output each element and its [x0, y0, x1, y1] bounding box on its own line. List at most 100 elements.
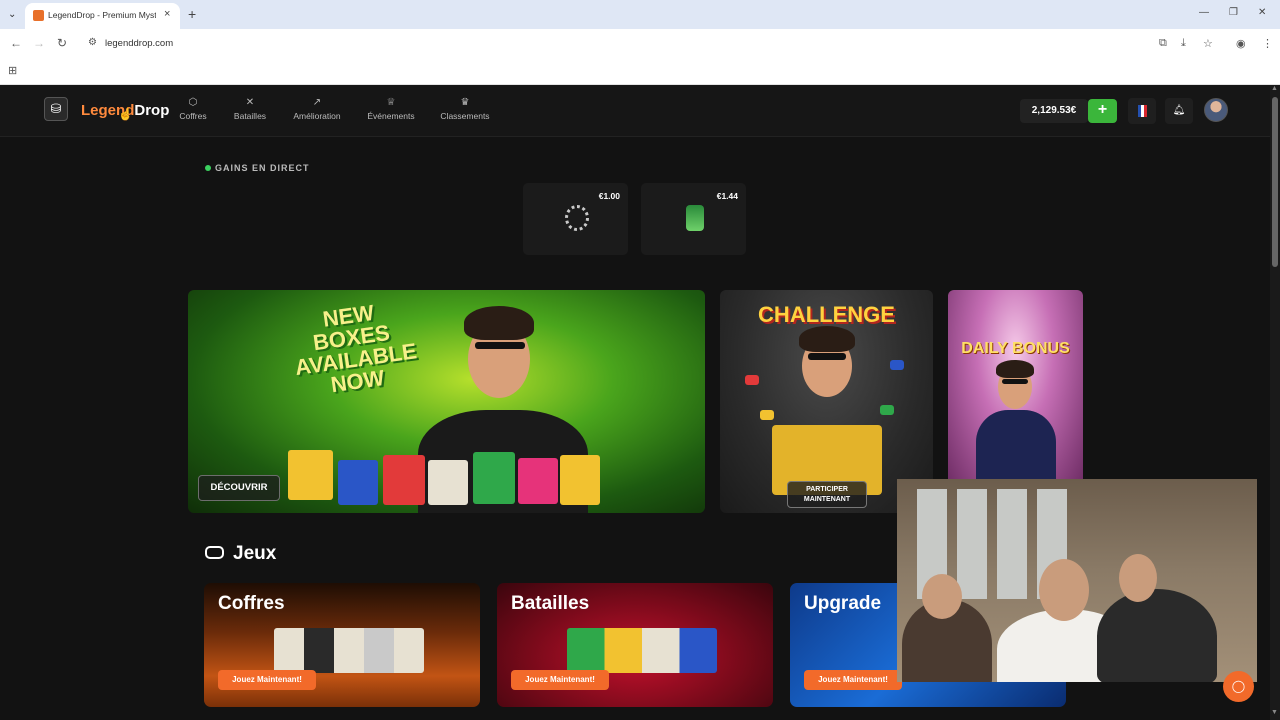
- man-hair-graphic: [464, 306, 534, 340]
- green-bottle-icon: [686, 205, 704, 231]
- tab-search-chevron-icon[interactable]: ⌄: [8, 9, 16, 20]
- live-win-card[interactable]: €1.44: [641, 183, 746, 255]
- browser-tab[interactable]: LegendDrop - Premium Myster ×: [25, 3, 180, 29]
- gift-box-graphic: [473, 452, 515, 504]
- address-bar: ← → ↻ ⚙ legenddrop.com ⧉ ⤓ ☆ ◉ ⋮: [0, 29, 1280, 59]
- box-icon: ⬡: [188, 97, 198, 108]
- trend-up-icon: ↗: [312, 97, 322, 108]
- balance-display[interactable]: 2,129.53€: [1020, 99, 1088, 123]
- person-head-graphic: [922, 574, 962, 619]
- man-hair-graphic: [996, 360, 1034, 378]
- bracelet-icon: [565, 205, 589, 231]
- banner-headline: NEW BOXES AVAILABLE NOW: [293, 299, 419, 398]
- menu-kebab-icon[interactable]: ⋮: [1262, 37, 1273, 50]
- favicon-icon: [33, 10, 44, 21]
- sunglasses-graphic: [1002, 379, 1028, 384]
- participate-line2: MAINTENANT: [803, 496, 851, 503]
- window-close-icon[interactable]: ✕: [1258, 7, 1266, 18]
- minimize-icon[interactable]: —: [1199, 7, 1209, 18]
- chat-support-icon[interactable]: ◯: [1223, 671, 1254, 702]
- translate-icon[interactable]: ⧉: [1159, 37, 1167, 50]
- trophy-icon: ♕: [386, 97, 396, 108]
- gift-box-graphic: [383, 455, 425, 505]
- sunglasses-graphic: [475, 342, 525, 349]
- live-indicator-dot: [205, 165, 211, 171]
- window-graphic: [997, 489, 1027, 599]
- new-boxes-banner[interactable]: NEW BOXES AVAILABLE NOW DÉCOUVRIR: [188, 290, 705, 513]
- scroll-down-icon[interactable]: ▼: [1271, 709, 1278, 716]
- nav-classements[interactable]: ♛ Classements: [440, 97, 490, 121]
- win-price: €1.44: [716, 191, 738, 201]
- new-tab-icon[interactable]: +: [188, 6, 196, 22]
- france-flag-icon: [1138, 105, 1147, 117]
- lego-brick-graphic: [760, 410, 774, 420]
- sunglasses-graphic: [808, 353, 846, 360]
- bookmark-star-icon[interactable]: ☆: [1203, 37, 1213, 50]
- user-avatar[interactable]: [1204, 98, 1228, 122]
- crown-icon: ♛: [460, 97, 470, 108]
- person-head-graphic: [1119, 554, 1157, 602]
- notifications-button[interactable]: 🔔︎: [1165, 98, 1193, 124]
- site-header: ⛁ LegendDrop ☝ ⬡ Coffres ✕ Batailles ↗ A…: [0, 85, 1280, 137]
- gift-box-graphic: [338, 460, 378, 505]
- nav-amelioration[interactable]: ↗ Amélioration: [292, 97, 342, 121]
- gift-box-graphic: [428, 460, 468, 505]
- boxes-graphic: [274, 628, 424, 673]
- bookmarks-bar: ⊞: [0, 59, 1280, 85]
- nav-evenements[interactable]: ♕ Événements: [367, 97, 415, 121]
- scrollbar-thumb[interactable]: [1272, 97, 1278, 267]
- daily-bonus-banner[interactable]: DAILY BONUS: [948, 290, 1083, 490]
- apps-grid-icon[interactable]: ⊞: [8, 64, 17, 77]
- install-icon[interactable]: ⤓: [1181, 37, 1186, 50]
- game-card-batailles[interactable]: Batailles Jouez Maintenant!: [497, 583, 773, 707]
- swords-icon: ✕: [245, 97, 255, 108]
- webcam-overlay: [897, 479, 1257, 682]
- person-head-graphic: [1039, 559, 1089, 621]
- restore-icon[interactable]: ❐: [1229, 7, 1238, 18]
- forward-icon[interactable]: →: [33, 36, 45, 50]
- game-card-coffres[interactable]: Coffres Jouez Maintenant!: [204, 583, 480, 707]
- lego-brick-graphic: [745, 375, 759, 385]
- nav-batailles[interactable]: ✕ Batailles: [233, 97, 267, 121]
- banner-headline: DAILY BONUS: [961, 340, 1070, 357]
- nav-label: Batailles: [233, 111, 267, 121]
- man-hair-graphic: [799, 326, 855, 352]
- lego-brick-graphic: [890, 360, 904, 370]
- gift-box-graphic: [518, 458, 558, 504]
- tab-title: LegendDrop - Premium Myster: [48, 10, 156, 20]
- page-scrollbar[interactable]: ▲ ▼: [1270, 85, 1280, 720]
- participate-button[interactable]: PARTICIPER MAINTENANT: [787, 481, 867, 508]
- logo-box-icon[interactable]: ⛁: [44, 97, 68, 121]
- nav-label: Coffres: [179, 111, 207, 121]
- live-win-card[interactable]: €1.00: [523, 183, 628, 255]
- language-button[interactable]: [1128, 98, 1156, 124]
- reload-icon[interactable]: ↻: [57, 36, 67, 50]
- game-card-title: Upgrade: [804, 593, 882, 614]
- nav-label: Amélioration: [293, 111, 341, 121]
- site-page: ⛁ LegendDrop ☝ ⬡ Coffres ✕ Batailles ↗ A…: [0, 85, 1280, 720]
- nav-label: Classements: [440, 111, 490, 121]
- participate-line1: PARTICIPER: [806, 486, 848, 493]
- play-now-button[interactable]: Jouez Maintenant!: [804, 670, 902, 690]
- live-wins-label: GAINS EN DIRECT: [215, 163, 310, 173]
- nav-coffres[interactable]: ⬡ Coffres: [178, 97, 208, 121]
- gift-box-graphic: [288, 450, 333, 500]
- deposit-plus-button[interactable]: +: [1088, 99, 1117, 123]
- games-section-title: Jeux: [233, 543, 277, 564]
- man-suit-graphic: [976, 410, 1056, 490]
- scroll-up-icon[interactable]: ▲: [1271, 85, 1278, 92]
- profile-icon[interactable]: ◉: [1236, 37, 1246, 50]
- play-now-button[interactable]: Jouez Maintenant!: [511, 670, 609, 690]
- gift-box-graphic: [560, 455, 600, 505]
- discover-button[interactable]: DÉCOUVRIR: [198, 475, 280, 501]
- tab-close-icon[interactable]: ×: [164, 8, 170, 20]
- banner-headline: CHALLENGE: [758, 302, 895, 327]
- window-graphic: [957, 489, 987, 599]
- url-text[interactable]: legenddrop.com: [105, 38, 173, 49]
- play-now-button[interactable]: Jouez Maintenant!: [218, 670, 316, 690]
- browser-tab-bar: ⌄ LegendDrop - Premium Myster × + — ❐ ✕: [0, 0, 1280, 29]
- url-field[interactable]: ⚙ legenddrop.com: [80, 33, 1230, 55]
- site-info-icon[interactable]: ⚙: [88, 37, 97, 48]
- person-graphic: [1097, 589, 1217, 682]
- back-icon[interactable]: ←: [10, 36, 22, 50]
